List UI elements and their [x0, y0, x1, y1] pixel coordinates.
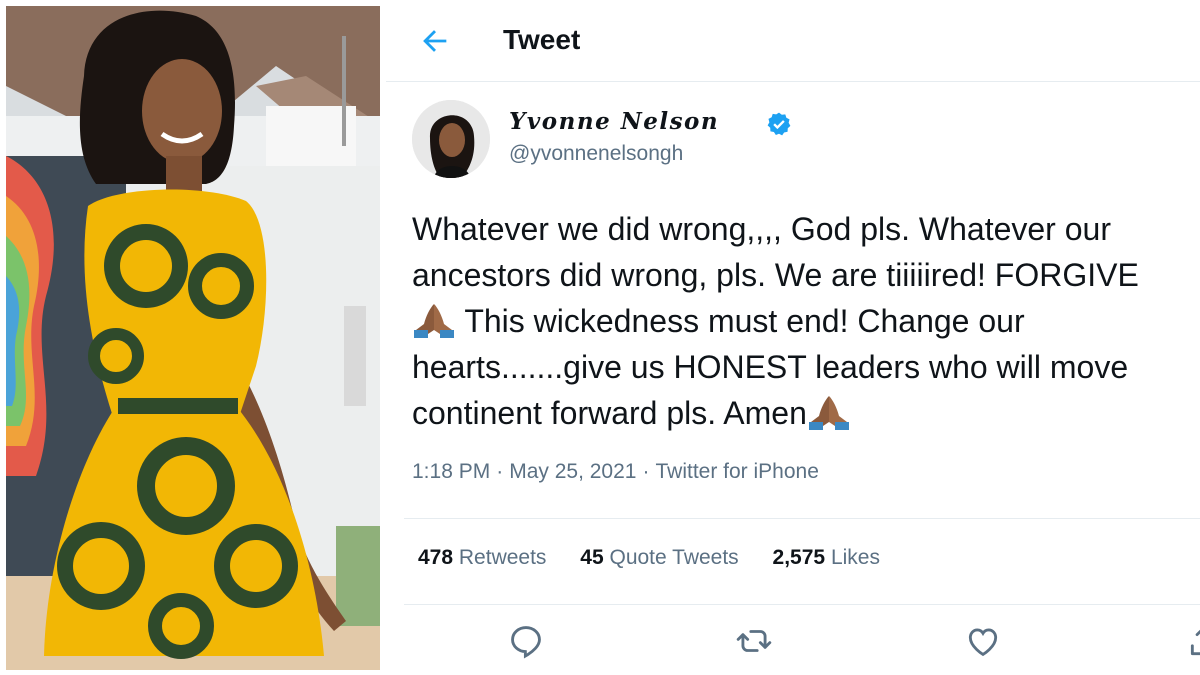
tweet-header: Tweet — [386, 0, 1200, 82]
folded-hands-emoji-icon — [414, 304, 454, 338]
tweet-text-line-content: continent forward pls. Amen — [412, 395, 807, 431]
quote-tweets-stat[interactable]: 45 Quote Tweets — [580, 546, 738, 570]
tweet-text-line: This wickedness must end! Change our — [412, 298, 1200, 344]
tweet-text-line: ancestors did wrong, pls. We are tiiiiir… — [412, 257, 1139, 293]
tweet-text-line: hearts.......give us HONEST leaders who … — [412, 349, 1129, 385]
arrow-left-icon[interactable] — [418, 24, 452, 58]
share-icon[interactable] — [1186, 622, 1200, 660]
likes-count: 2,575 — [772, 546, 826, 569]
author-row: Yvonne Nelson @yvonnenelsongh — [410, 100, 1190, 180]
author-handle[interactable]: @yvonnenelsongh — [509, 142, 683, 166]
retweet-icon[interactable] — [735, 622, 773, 660]
retweets-count: 478 — [418, 546, 454, 569]
tweet-text: Whatever we did wrong,,,, God pls. Whate… — [412, 206, 1200, 436]
tweet-date[interactable]: May 25, 2021 — [509, 460, 636, 483]
avatar-image — [412, 100, 490, 178]
tweet-stats: 478 Retweets 45 Quote Tweets 2,575 Likes — [418, 546, 908, 570]
page-title: Tweet — [503, 24, 581, 55]
tweet-time[interactable]: 1:18 PM — [412, 460, 490, 483]
tweet-text-line: Whatever we did wrong,,,, God pls. Whate… — [412, 211, 1111, 247]
quote-tweets-label: Quote Tweets — [609, 546, 739, 569]
quote-tweets-count: 45 — [580, 546, 604, 569]
tweet-client[interactable]: Twitter for iPhone — [655, 460, 818, 483]
tweet-detail-panel: Tweet Yvonne Nelson @yvonnenelsongh What… — [386, 0, 1200, 675]
tweet-text-line: continent forward pls. Amen — [412, 390, 1200, 436]
tweet-text-line-content: This wickedness must end! Change our — [464, 303, 1025, 339]
likes-stat[interactable]: 2,575 Likes — [773, 546, 880, 570]
author-display-name[interactable]: Yvonne Nelson — [509, 108, 719, 135]
retweets-stat[interactable]: 478 Retweets — [418, 546, 546, 570]
tweet-metadata: 1:18 PM · May 25, 2021 · Twitter for iPhone — [412, 460, 819, 484]
avatar[interactable] — [412, 100, 490, 178]
meta-separator: · — [496, 460, 504, 483]
verified-badge-icon — [767, 112, 791, 136]
reply-icon[interactable] — [507, 622, 545, 660]
woman-in-yellow-dress-photo — [6, 6, 380, 670]
folded-hands-emoji-icon — [808, 396, 849, 430]
retweets-label: Retweets — [458, 546, 547, 569]
photo-panel — [0, 0, 386, 675]
meta-separator: · — [642, 460, 650, 483]
divider — [404, 518, 1200, 519]
photo-illustration — [6, 6, 380, 670]
likes-label: Likes — [830, 546, 880, 569]
heart-icon[interactable] — [964, 622, 1002, 660]
divider — [404, 604, 1200, 605]
